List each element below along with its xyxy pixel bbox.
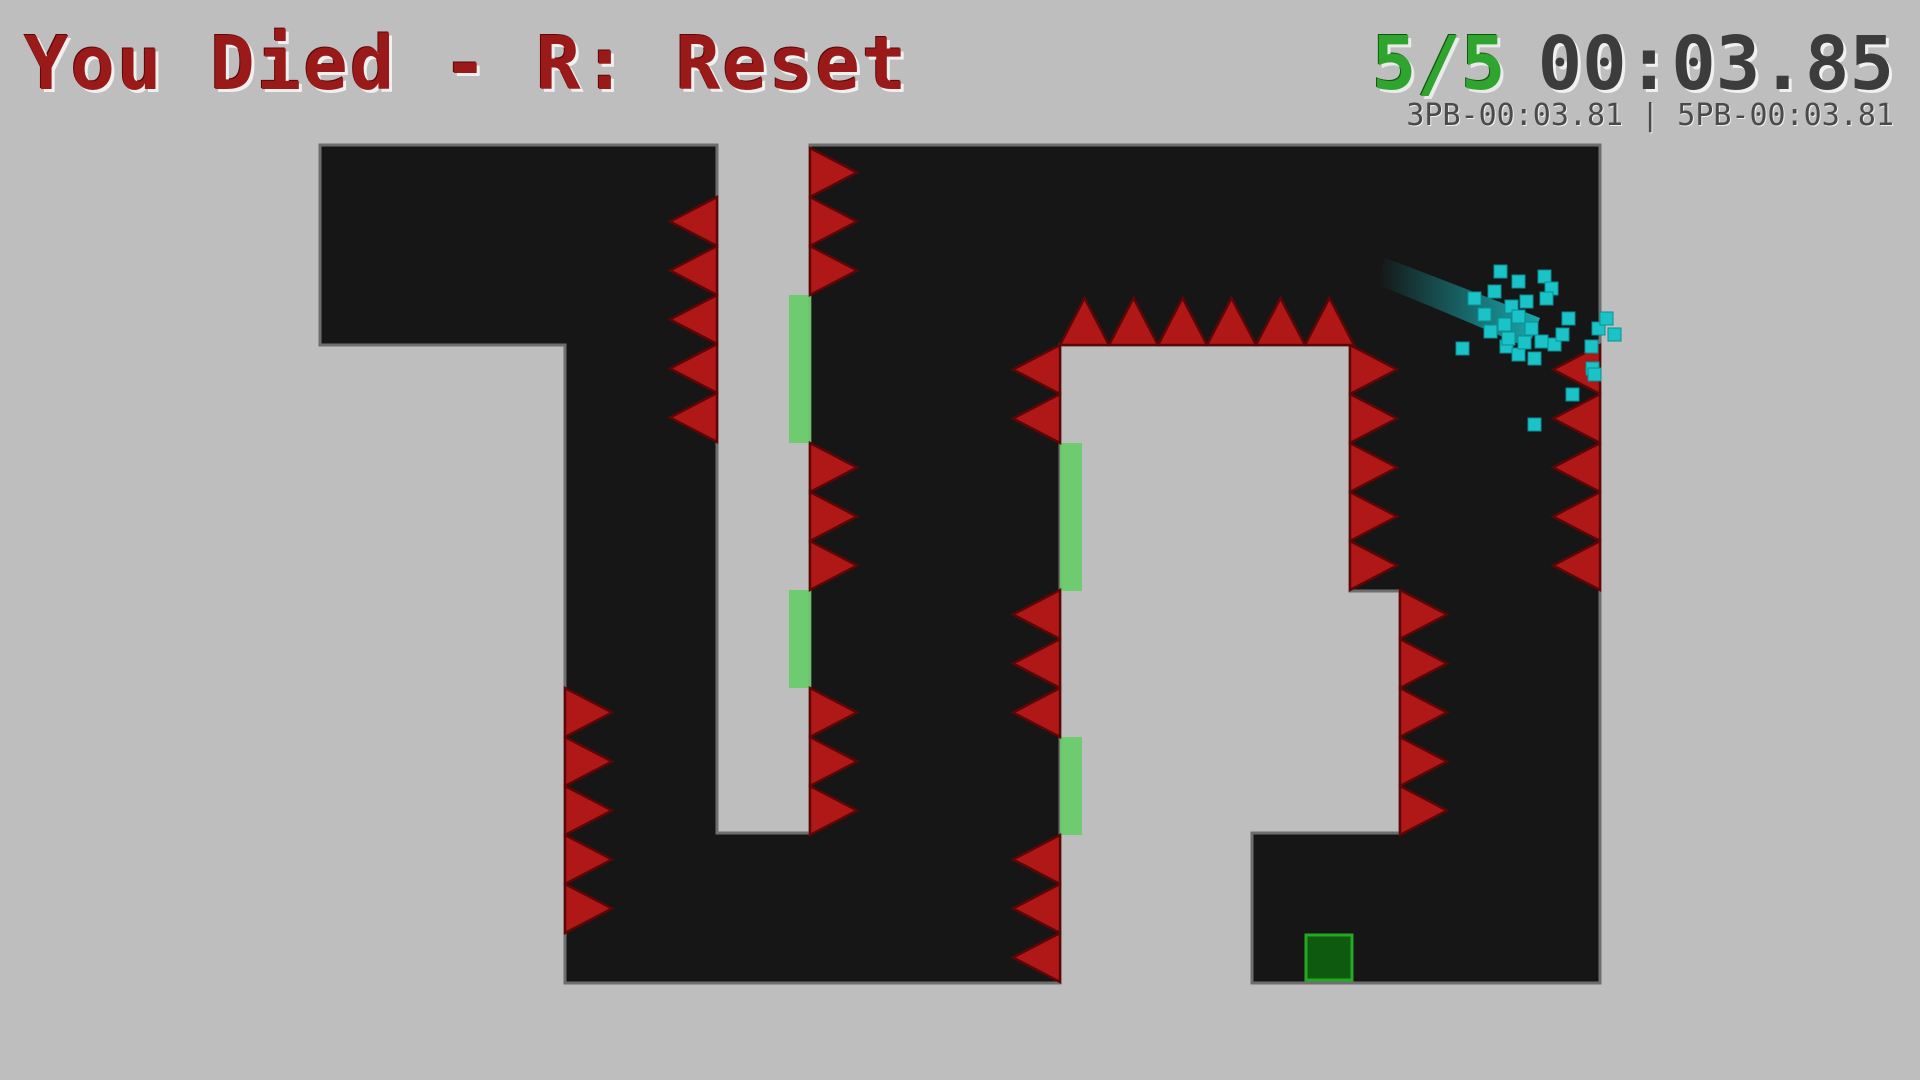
player-particle: [1511, 274, 1526, 289]
level-canvas: [318, 143, 1622, 985]
player-particle: [1487, 284, 1502, 299]
player-particle: [1584, 339, 1599, 354]
player-particle: [1587, 367, 1602, 382]
player-particle: [1501, 331, 1516, 346]
player-particle: [1517, 335, 1532, 350]
player-particle: [1607, 327, 1622, 342]
player-particle: [1599, 311, 1614, 326]
player-particle: [1455, 341, 1470, 356]
player-particle: [1483, 324, 1498, 339]
jump-pad: [1060, 737, 1082, 835]
player-particle: [1524, 321, 1539, 336]
player-particle: [1537, 269, 1552, 284]
player-particle: [1527, 417, 1542, 432]
jump-pad: [1060, 443, 1082, 591]
player-particle: [1539, 291, 1554, 306]
jump-pad: [789, 295, 811, 443]
player-particle: [1561, 311, 1576, 326]
player-particle: [1534, 334, 1549, 349]
player-particle: [1493, 264, 1508, 279]
player-particle: [1477, 307, 1492, 322]
jump-pad: [789, 590, 811, 688]
player-particle: [1555, 327, 1570, 342]
goal-square-icon: [1304, 933, 1354, 982]
player-particle: [1511, 347, 1526, 362]
player-particle: [1565, 387, 1580, 402]
player-particle: [1527, 351, 1542, 366]
player-particle: [1519, 294, 1534, 309]
player-particle: [1511, 309, 1526, 324]
player-particle: [1467, 291, 1482, 306]
player-particle: [1497, 317, 1512, 332]
